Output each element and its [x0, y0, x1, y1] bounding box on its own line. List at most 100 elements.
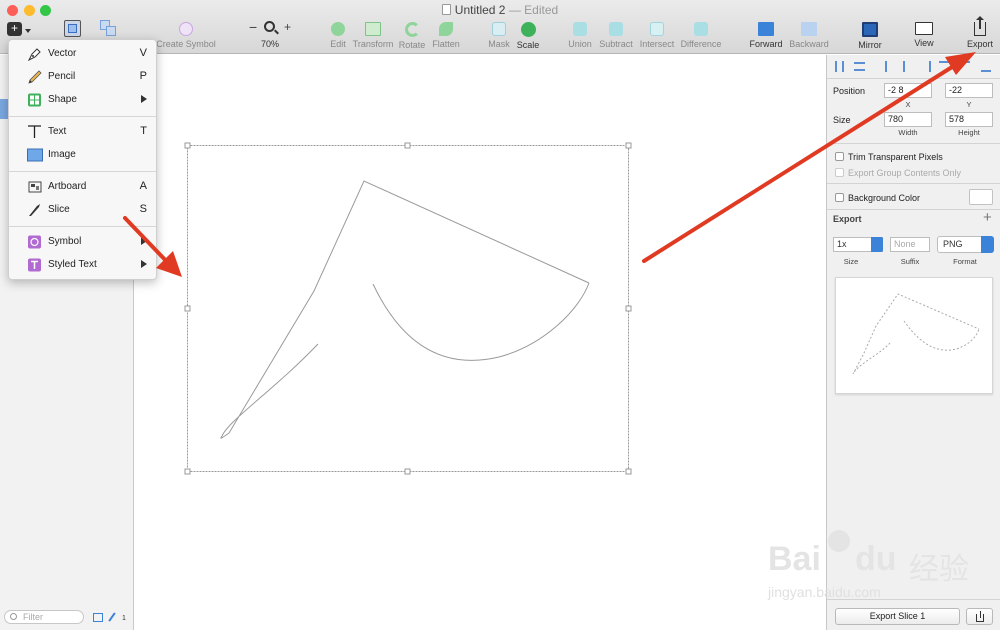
canvas[interactable]: [134, 55, 826, 630]
edit-button[interactable]: Edit: [326, 22, 350, 52]
filter-placeholder: Filter: [23, 612, 43, 622]
forward-button[interactable]: Forward: [748, 22, 784, 52]
export-group-checkbox[interactable]: [835, 168, 844, 177]
menu-separator: [9, 116, 156, 117]
watermark-url: jingyan.baidu.com: [768, 584, 881, 600]
export-format-select[interactable]: PNG: [937, 236, 994, 253]
y-caption: Y: [966, 100, 972, 109]
search-icon: [10, 613, 17, 620]
height-field[interactable]: 578: [945, 112, 993, 127]
transform-button[interactable]: Transform: [352, 22, 394, 52]
menu-item-shortcut: S: [139, 203, 147, 215]
export-preview-image: [852, 293, 980, 375]
forward-label: Forward: [749, 39, 783, 49]
trim-transparent-label: Trim Transparent Pixels: [848, 152, 943, 162]
view-icon: [915, 22, 933, 35]
menu-item-styled-text[interactable]: Styled Text: [9, 254, 156, 276]
menu-item-label: Artboard: [48, 181, 87, 192]
flatten-button[interactable]: Flatten: [430, 22, 462, 52]
align-left-icon[interactable]: [885, 61, 895, 72]
menu-item-image[interactable]: Image: [9, 144, 156, 166]
submenu-arrow-icon: [141, 95, 147, 103]
create-symbol-button[interactable]: Create Symbol: [152, 22, 220, 52]
menu-separator: [9, 171, 156, 172]
group-icon[interactable]: [64, 20, 81, 37]
align-top-icon[interactable]: [939, 61, 949, 72]
canvas-artwork: [184, 142, 632, 475]
layers-toggle-icon[interactable]: [93, 613, 103, 622]
mask-label: Mask: [488, 39, 510, 49]
slice-count: 1: [122, 615, 126, 622]
difference-button[interactable]: Difference: [679, 22, 723, 52]
trim-transparent-checkbox[interactable]: [835, 152, 844, 161]
scale-button[interactable]: Scale: [514, 22, 542, 52]
scale-icon: [520, 22, 536, 37]
background-color-checkbox[interactable]: [835, 193, 844, 202]
align-right-icon[interactable]: [921, 61, 931, 72]
export-button[interactable]: Export: [964, 16, 996, 52]
export-header: Export: [833, 214, 862, 224]
menu-item-label: Shape: [48, 94, 77, 105]
view-button[interactable]: View: [906, 22, 942, 52]
slice-frame: [187, 145, 629, 472]
intersect-button[interactable]: Intersect: [637, 22, 677, 52]
background-color-swatch[interactable]: [969, 189, 993, 205]
width-field[interactable]: 780: [884, 112, 932, 127]
width-caption: Width: [898, 128, 918, 137]
menu-item-symbol[interactable]: Symbol: [9, 231, 156, 253]
baidu-watermark: Bai du 经验 jingyan.baidu.com: [766, 530, 992, 608]
menu-item-shortcut: T: [140, 125, 147, 137]
rotate-button[interactable]: Rotate: [397, 22, 427, 52]
share-button[interactable]: [966, 608, 993, 625]
export-suffix-field[interactable]: None: [890, 237, 930, 252]
filter-input[interactable]: Filter: [4, 610, 84, 624]
subtract-button[interactable]: Subtract: [597, 22, 635, 52]
add-export-button[interactable]: +: [983, 209, 992, 226]
align-bottom-icon[interactable]: [981, 61, 991, 72]
union-button[interactable]: Union: [566, 22, 594, 52]
slice-filter-icon[interactable]: [108, 612, 116, 622]
mirror-button[interactable]: Mirror: [854, 22, 886, 52]
bring-forward-icon: [758, 22, 774, 36]
menu-item-shape[interactable]: Shape: [9, 89, 156, 111]
export-slice-button[interactable]: Export Slice 1: [835, 608, 960, 625]
vector-path-main: [220, 180, 590, 439]
submenu-arrow-icon: [141, 237, 147, 245]
plus-icon: +: [7, 22, 22, 36]
transform-icon: [365, 22, 381, 36]
align-center-icon[interactable]: [903, 61, 913, 72]
ungroup-icon[interactable]: [100, 20, 117, 37]
watermark-cn: 经验: [909, 553, 969, 586]
export-scale-select[interactable]: 1x: [833, 237, 883, 252]
menu-item-vector[interactable]: Vector V: [9, 43, 156, 65]
image-icon: [27, 148, 43, 162]
share-arrow-icon: [979, 611, 981, 618]
insert-button[interactable]: +: [7, 22, 31, 38]
y-position-field[interactable]: -22: [945, 83, 993, 98]
menu-item-pencil[interactable]: Pencil P: [9, 66, 156, 88]
menu-item-shortcut: P: [139, 70, 147, 82]
align-middle-icon[interactable]: [960, 61, 970, 72]
menu-item-artboard[interactable]: Artboard A: [9, 176, 156, 198]
menu-item-slice[interactable]: Slice S: [9, 199, 156, 221]
magnifier-handle: [274, 29, 279, 35]
menu-item-label: Image: [48, 149, 76, 160]
export-label: Export: [966, 39, 993, 49]
menu-item-shortcut: V: [139, 47, 147, 59]
distribute-horizontal-icon[interactable]: [835, 61, 844, 72]
distribute-vertical-icon[interactable]: [854, 62, 865, 71]
flatten-label: Flatten: [432, 39, 460, 49]
zoom-in-button[interactable]: +: [284, 20, 291, 34]
divider: [827, 143, 1000, 144]
mask-button[interactable]: Mask: [487, 22, 511, 52]
backward-button[interactable]: Backward: [787, 22, 831, 52]
zoom-out-button[interactable]: −: [249, 19, 257, 35]
menu-item-text[interactable]: Text T: [9, 121, 156, 143]
menu-item-label: Slice: [48, 204, 70, 215]
transform-label: Transform: [352, 39, 394, 49]
x-position-field[interactable]: -2 8: [884, 83, 932, 98]
shape-icon: [28, 93, 41, 107]
menu-item-label: Symbol: [48, 236, 82, 247]
knife-icon: [29, 204, 40, 216]
height-caption: Height: [958, 128, 980, 137]
